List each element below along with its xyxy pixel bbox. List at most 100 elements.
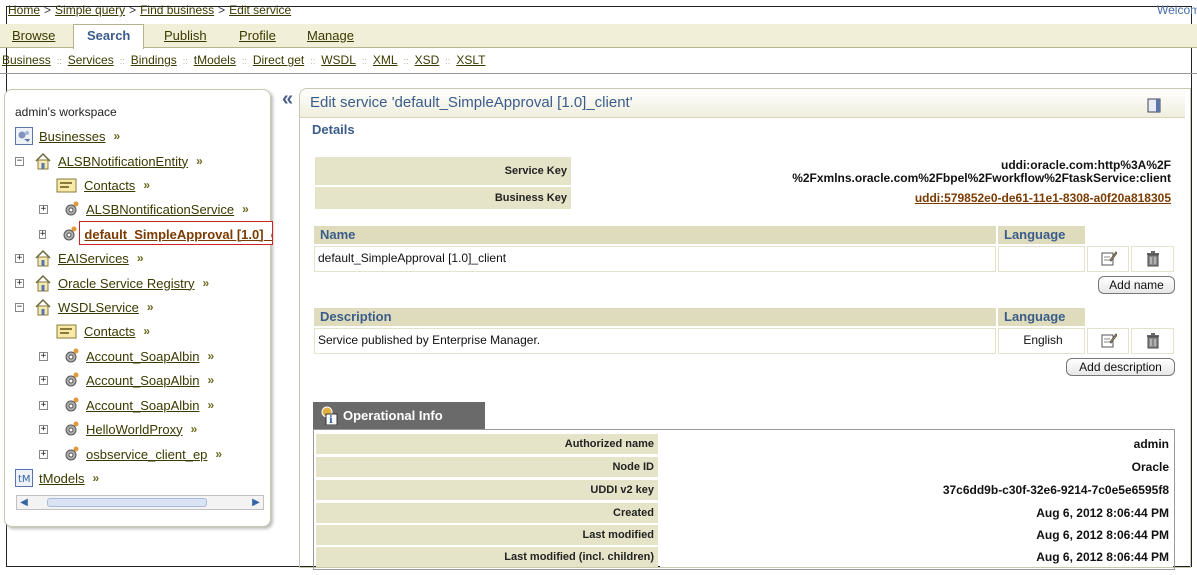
expand-icon[interactable]: + [39,375,48,385]
tree-label-osb[interactable]: osbservice_client_ep [86,447,207,462]
tree-item-wsdl-service[interactable]: − WSDLService » [15,297,154,317]
operational-info-tab[interactable]: i Operational Info [313,402,485,429]
expand-icon[interactable]: + [15,278,24,288]
tree-item-alsb-service[interactable]: + ALSBNontificationService » [39,199,249,219]
name-cell: default_SimpleApproval [1.0]_client [314,246,996,272]
raquo-icon[interactable]: » [147,300,154,314]
breadcrumb-separator: > [129,3,137,17]
raquo-icon[interactable]: » [93,471,100,485]
tree-item-contacts-2[interactable]: Contacts » [56,321,150,341]
opinfo-value: Aug 6, 2012 8:06:44 PM [660,525,1173,545]
breadcrumb-simple-query[interactable]: Simple query [55,3,125,17]
tree-item-osb[interactable]: + osbservice_client_ep » [39,444,222,464]
tree-item-selected-service[interactable]: + default_SimpleApproval [1.0]_client [39,224,272,244]
subtab-business[interactable]: Business [2,53,51,67]
expand-icon[interactable]: + [39,424,48,434]
welcome-text: Welcome [1157,3,1197,17]
raquo-icon[interactable]: » [242,202,249,216]
scrollbar-thumb[interactable] [47,498,207,507]
raquo-icon[interactable]: » [207,398,214,412]
house-icon [34,249,52,267]
tree-label-account[interactable]: Account_SoapAlbin [86,398,199,413]
subtab-tmodels[interactable]: tModels [194,53,236,67]
raquo-icon[interactable]: » [113,129,120,143]
raquo-icon[interactable]: » [191,422,198,436]
subtab-wsdl[interactable]: WSDL [321,53,356,67]
tree-label-account[interactable]: Account_SoapAlbin [86,349,199,364]
raquo-icon[interactable]: » [137,251,144,265]
collapse-panel-icon[interactable]: « [282,88,293,111]
raquo-icon[interactable]: » [203,276,210,290]
raquo-icon[interactable]: » [215,447,222,461]
subtab-separator: :: [56,56,62,66]
subtab-xslt[interactable]: XSLT [456,53,485,67]
tree-label-wsdl-service[interactable]: WSDLService [58,300,139,315]
tree-label-businesses[interactable]: Businesses [39,129,105,144]
trash-icon[interactable] [1146,250,1160,274]
collapse-icon[interactable]: − [15,156,24,166]
window-icon[interactable] [1147,98,1161,116]
expand-icon[interactable]: + [39,204,48,214]
tree-item-hello[interactable]: + HelloWorldProxy » [39,419,197,439]
tree-label-eai[interactable]: EAIServices [58,251,129,266]
tab-publish[interactable]: Publish [164,28,207,43]
tree-label-contacts[interactable]: Contacts [84,324,135,339]
service-key-value: uddi:oracle.com:http%3A%2F %2Fxmlns.orac… [573,157,1175,185]
subtab-bindings[interactable]: Bindings [131,53,177,67]
add-name-button[interactable]: Add name [1098,276,1175,294]
gear-icon [62,396,80,414]
tree-item-contacts-1[interactable]: Contacts » [56,175,150,195]
tab-browse[interactable]: Browse [12,28,55,43]
collapse-icon[interactable]: − [15,302,24,312]
scroll-right-icon[interactable]: ▶ [249,496,263,509]
raquo-icon[interactable]: » [143,324,150,338]
add-description-button[interactable]: Add description [1066,358,1175,376]
subtab-direct-get[interactable]: Direct get [253,53,304,67]
raquo-icon[interactable]: » [143,178,150,192]
breadcrumb-edit-service[interactable]: Edit service [229,3,291,17]
trash-icon[interactable] [1146,332,1160,356]
expand-icon[interactable]: + [39,351,48,361]
breadcrumb-find-business[interactable]: Find business [140,3,214,17]
tree-label-oracle-registry[interactable]: Oracle Service Registry [58,276,195,291]
tree-item-alsb-entity[interactable]: − ALSBNotificationEntity » [15,151,203,171]
tree-item-account-1[interactable]: + Account_SoapAlbin » [39,346,214,366]
expand-icon[interactable]: + [15,253,24,263]
breadcrumb-home[interactable]: Home [8,3,40,17]
tree-item-eai[interactable]: + EAIServices » [15,248,144,268]
tab-manage[interactable]: Manage [307,28,354,43]
tab-profile[interactable]: Profile [239,28,276,43]
raquo-icon[interactable]: » [207,373,214,387]
tree-label-contacts[interactable]: Contacts [84,178,135,193]
edit-icon[interactable] [1101,250,1118,273]
opinfo-value: admin [660,434,1173,454]
tab-search[interactable]: Search [73,24,145,49]
subtab-xsd[interactable]: XSD [415,53,440,67]
raquo-icon[interactable]: » [196,154,203,168]
tree-label-tmodels[interactable]: tModels [39,471,85,486]
tree-label-selected-service[interactable]: default_SimpleApproval [1.0]_client [84,227,272,242]
expand-icon[interactable]: + [39,449,48,459]
tree-label-account[interactable]: Account_SoapAlbin [86,373,199,388]
scroll-left-icon[interactable]: ◀ [17,496,31,509]
tree-label-alsb-service[interactable]: ALSBNontificationService [86,202,234,217]
edit-icon[interactable] [1101,332,1118,355]
tree-item-account-3[interactable]: + Account_SoapAlbin » [39,395,214,415]
tree-item-businesses[interactable]: Businesses » [15,126,120,146]
expand-icon[interactable]: + [39,229,47,239]
workspace-title: admin's workspace [15,105,117,119]
language-column-header: Language [998,226,1085,244]
tree-item-account-2[interactable]: + Account_SoapAlbin » [39,370,214,390]
business-key-link[interactable]: uddi:579852e0-de61-11e1-8308-a0f20a81830… [915,191,1171,205]
subtab-xml[interactable]: XML [373,53,398,67]
tree-label-alsb-entity[interactable]: ALSBNotificationEntity [58,154,188,169]
tree-label-hello[interactable]: HelloWorldProxy [86,422,183,437]
tree-horizontal-scrollbar[interactable]: ◀ ▶ [16,495,264,510]
gear-icon [60,225,78,243]
tree-item-tmodels[interactable]: tM tModels » [15,468,99,488]
raquo-icon[interactable]: » [207,349,214,363]
subtab-services[interactable]: Services [68,53,114,67]
expand-icon[interactable]: + [39,400,48,410]
tree-item-oracle-registry[interactable]: + Oracle Service Registry » [15,273,209,293]
gear-icon [62,347,80,365]
